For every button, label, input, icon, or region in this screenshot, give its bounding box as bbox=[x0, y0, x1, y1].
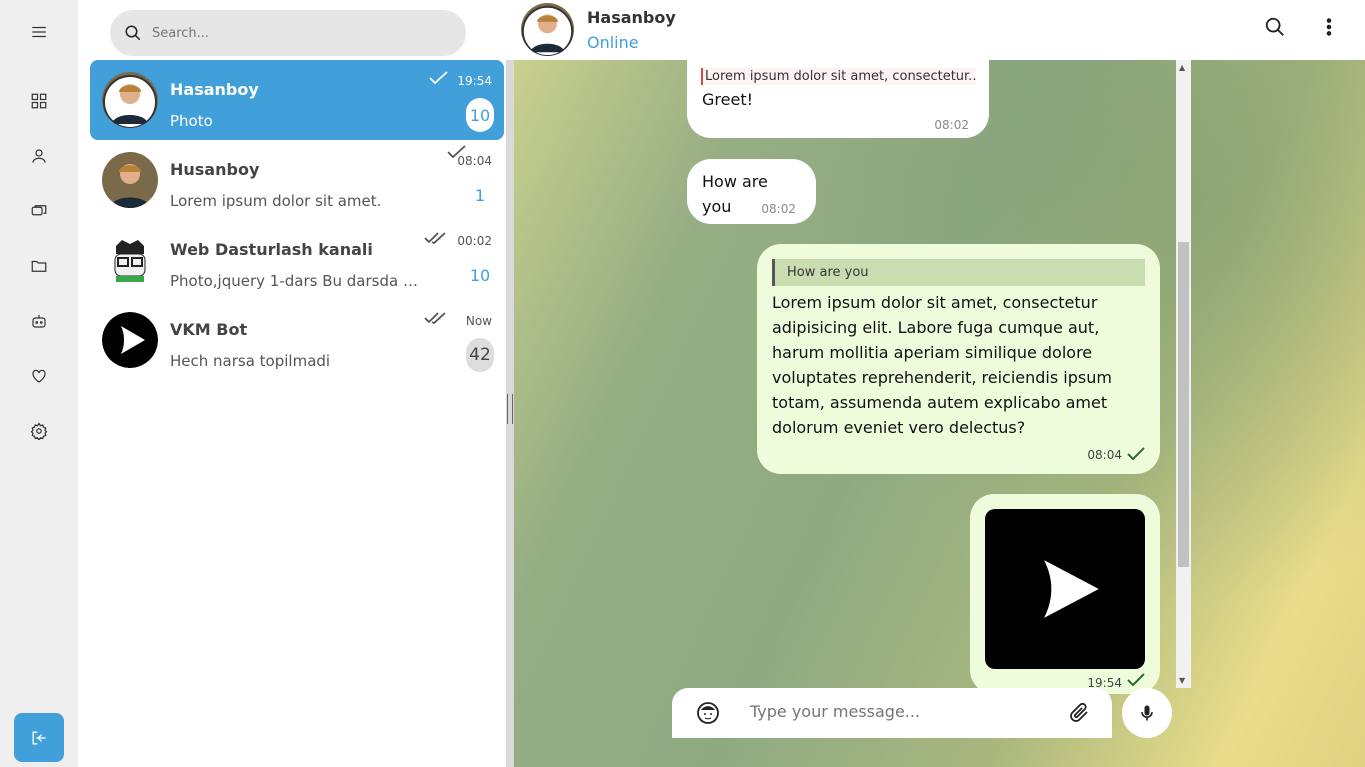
chat-preview: Photo,jquery 1-dars Bu darsda … bbox=[170, 272, 418, 290]
media-message[interactable]: 19:54 bbox=[970, 494, 1160, 694]
double-check-icon bbox=[424, 310, 446, 326]
scroll-up-icon[interactable]: ▲ bbox=[1179, 63, 1185, 72]
logout-button[interactable] bbox=[14, 713, 64, 762]
contact-status: Online bbox=[587, 33, 639, 52]
chat-item-vkm-bot[interactable]: VKM Bot Hech narsa topilmadi Now 42 bbox=[90, 300, 504, 380]
chat-preview: Photo bbox=[170, 112, 213, 130]
chat-header: Hasanboy Online bbox=[508, 0, 1365, 60]
user-icon[interactable] bbox=[27, 144, 51, 168]
play-logo-image[interactable] bbox=[985, 509, 1145, 669]
message-bubble[interactable]: Lorem ipsum dolor sit amet, consectetur.… bbox=[687, 60, 989, 138]
bot-icon[interactable] bbox=[27, 309, 51, 333]
chat-time: 00:02 bbox=[457, 234, 492, 248]
search-icon[interactable] bbox=[1264, 16, 1288, 40]
voice-button[interactable] bbox=[1122, 688, 1172, 738]
chat-scrollbar[interactable]: ▲ ▼ bbox=[1176, 60, 1191, 688]
folder-icon[interactable] bbox=[27, 254, 51, 278]
chat-name: Hasanboy bbox=[170, 80, 259, 99]
check-icon bbox=[1127, 447, 1145, 461]
chat-name: Web Dasturlash kanali bbox=[170, 240, 373, 259]
chat-item-hasanboy[interactable]: Hasanboy Photo 19:54 10 bbox=[90, 60, 504, 140]
message-time: 08:04 bbox=[1087, 448, 1122, 462]
unread-badge: 10 bbox=[466, 98, 494, 132]
contact-name: Hasanboy bbox=[587, 8, 676, 27]
chat-time: Now bbox=[465, 314, 492, 328]
icon-rail bbox=[0, 0, 78, 767]
chat-name: Husanboy bbox=[170, 160, 260, 179]
message-bubble[interactable]: How are you Lorem ipsum dolor sit amet, … bbox=[757, 244, 1160, 474]
avatar bbox=[102, 312, 158, 368]
message-input[interactable] bbox=[750, 702, 1050, 721]
double-check-icon bbox=[424, 230, 446, 246]
dashboard-icon[interactable] bbox=[27, 89, 51, 113]
unread-badge: 1 bbox=[474, 185, 486, 205]
chats-icon[interactable] bbox=[27, 199, 51, 223]
check-icon bbox=[1127, 673, 1145, 687]
chat-name: VKM Bot bbox=[170, 320, 248, 339]
reply-quote: How are you bbox=[772, 259, 1145, 286]
avatar bbox=[102, 152, 158, 208]
search-icon bbox=[125, 25, 141, 41]
search-bar[interactable] bbox=[110, 10, 466, 56]
logout-icon bbox=[32, 731, 46, 744]
avatar bbox=[102, 72, 158, 128]
scroll-thumb[interactable] bbox=[1178, 242, 1189, 567]
chat-time: 08:04 bbox=[457, 154, 492, 168]
chat-item-web-dasturlash[interactable]: Web Dasturlash kanali Photo,jquery 1-dar… bbox=[90, 220, 504, 300]
heart-icon[interactable] bbox=[27, 364, 51, 388]
attach-icon[interactable] bbox=[1067, 701, 1091, 725]
chat-preview: Hech narsa topilmadi bbox=[170, 352, 331, 370]
message-time: 08:02 bbox=[934, 118, 969, 132]
menu-icon[interactable] bbox=[27, 20, 51, 44]
message-text: Lorem ipsum dolor sit amet, consectetur … bbox=[772, 293, 1112, 437]
avatar[interactable] bbox=[521, 3, 574, 56]
resize-handle[interactable] bbox=[507, 394, 513, 424]
message-bubble[interactable]: How are you 08:02 bbox=[687, 159, 816, 224]
chat-list-panel: Hasanboy Photo 19:54 10 Husanboy Lorem i… bbox=[78, 0, 508, 767]
search-input[interactable] bbox=[152, 25, 432, 41]
emoji-icon[interactable] bbox=[696, 701, 720, 725]
message-time: 08:02 bbox=[761, 202, 796, 216]
message-composer bbox=[672, 688, 1112, 738]
unread-badge: 10 bbox=[469, 265, 491, 285]
scroll-down-icon[interactable]: ▼ bbox=[1179, 676, 1185, 685]
avatar bbox=[102, 232, 158, 288]
unread-badge: 42 bbox=[466, 338, 494, 372]
check-icon bbox=[428, 70, 450, 86]
settings-icon[interactable] bbox=[27, 419, 51, 443]
microphone-icon bbox=[1141, 705, 1153, 721]
more-icon[interactable] bbox=[1318, 16, 1342, 40]
chat-preview: Lorem ipsum dolor sit amet. bbox=[170, 192, 382, 210]
chat-item-husanboy[interactable]: Husanboy Lorem ipsum dolor sit amet. 08:… bbox=[90, 140, 504, 220]
message-text: Greet! bbox=[702, 90, 753, 109]
reply-quote: Lorem ipsum dolor sit amet, consectetur.… bbox=[701, 68, 976, 85]
chat-time: 19:54 bbox=[457, 74, 492, 88]
